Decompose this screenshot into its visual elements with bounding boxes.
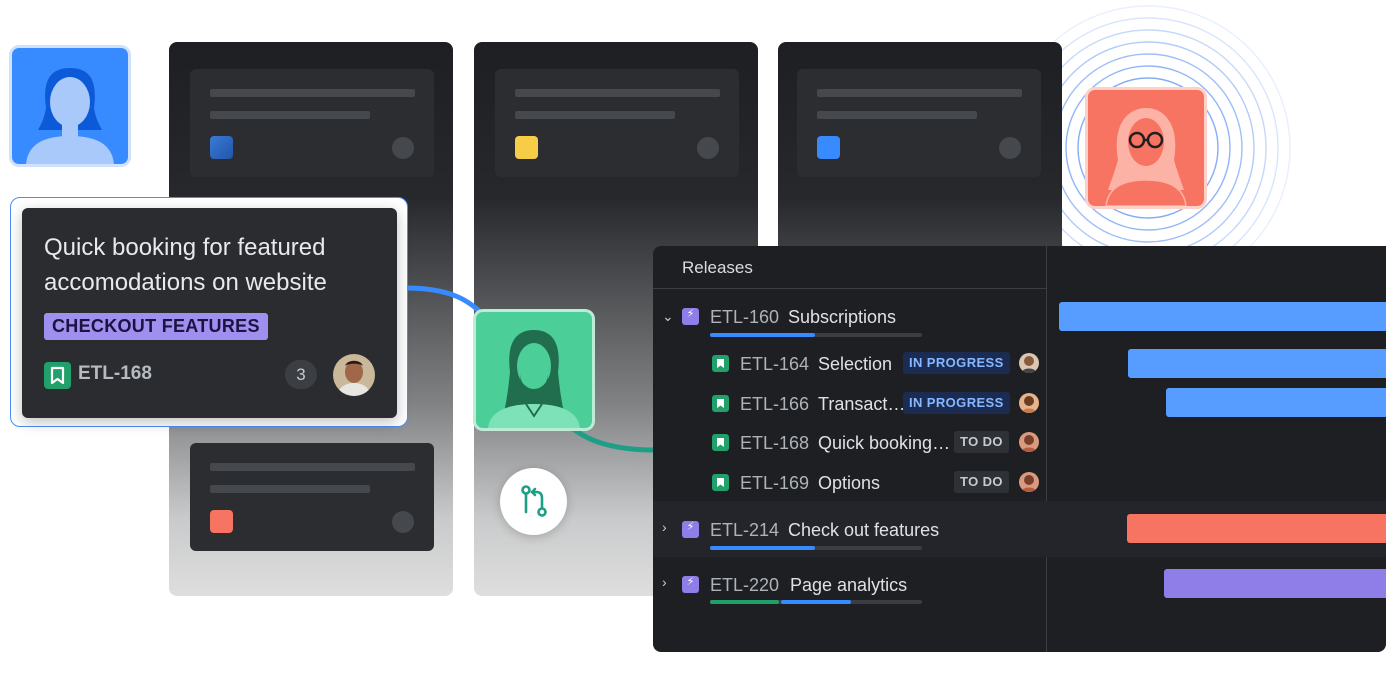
progress-done	[710, 546, 815, 550]
comment-count-badge: 3	[285, 360, 317, 389]
issue-key[interactable]: ETL-168	[78, 363, 152, 385]
divider	[653, 288, 1046, 289]
chevron-down-icon[interactable]: ⌄	[662, 308, 674, 325]
feature-card[interactable]: Quick booking for featured accomodations…	[22, 208, 397, 418]
story-icon	[712, 395, 729, 412]
epic-icon	[682, 307, 699, 325]
issue-name: Check out features	[788, 520, 940, 540]
status-lozenge[interactable]: IN PROGRESS	[903, 392, 1010, 414]
release-row-story[interactable]: ETL-166 Transact… IN PROGRESS	[653, 383, 1046, 423]
release-row-story[interactable]: ETL-168 Quick booking… TO DO	[653, 422, 1046, 462]
issue-name: Quick booking…	[818, 433, 951, 453]
assignee-avatar[interactable]	[1019, 393, 1039, 413]
status-lozenge[interactable]: IN PROGRESS	[903, 352, 1010, 374]
git-pull-request-icon[interactable]	[500, 468, 567, 535]
status-lozenge[interactable]: TO DO	[954, 471, 1009, 493]
issue-name: Subscriptions	[788, 307, 897, 327]
issue-key[interactable]: ETL-168	[740, 433, 809, 454]
issue-key[interactable]: ETL-160	[710, 307, 779, 328]
progress-bar	[710, 600, 922, 604]
story-icon	[712, 355, 729, 372]
issue-key[interactable]: ETL-214	[710, 520, 779, 541]
story-icon	[44, 362, 71, 389]
chevron-right-icon[interactable]: ›	[662, 519, 667, 535]
card-title: Quick booking for featured accomodations…	[44, 234, 327, 296]
issue-key[interactable]: ETL-164	[740, 354, 809, 375]
progress-in-progress	[781, 600, 851, 604]
user-avatar-icon	[1085, 87, 1207, 209]
divider	[1046, 246, 1047, 652]
timeline-bar[interactable]	[1164, 569, 1386, 598]
story-icon	[712, 474, 729, 491]
timeline-bar[interactable]	[1127, 514, 1386, 543]
issue-name: Page analytics	[790, 575, 908, 595]
issue-key[interactable]: ETL-220	[710, 575, 779, 596]
assignee-avatar[interactable]	[1019, 472, 1039, 492]
status-lozenge[interactable]: TO DO	[954, 431, 1009, 453]
assignee-avatar[interactable]	[333, 354, 375, 396]
timeline-bar[interactable]	[1128, 349, 1386, 378]
release-row-story[interactable]: ETL-164 Selection IN PROGRESS	[653, 343, 1046, 383]
progress-bar	[710, 333, 922, 337]
epic-icon	[682, 575, 699, 593]
issue-name: Options	[818, 473, 881, 493]
story-icon	[712, 434, 729, 451]
user-avatar-icon	[473, 309, 595, 431]
release-row-epic[interactable]: ⌄ ETL-160 Subscriptions	[653, 296, 1046, 336]
assignee-avatar[interactable]	[1019, 432, 1039, 452]
progress-done	[710, 600, 779, 604]
releases-header: Releases	[682, 258, 753, 277]
issue-name: Selection	[818, 354, 893, 374]
release-row-story[interactable]: ETL-169 Options TO DO	[653, 462, 1046, 502]
release-row-epic[interactable]: › ETL-214 Check out features	[653, 509, 1046, 549]
issue-key[interactable]: ETL-169	[740, 473, 809, 494]
release-row-epic[interactable]: › ETL-220 Page analytics	[653, 564, 1046, 604]
releases-panel: Releases ⌄ ETL-160 Subscriptions ETL-164…	[653, 246, 1386, 652]
issue-name: Transact…	[818, 394, 906, 414]
assignee-avatar[interactable]	[1019, 353, 1039, 373]
progress-done	[710, 333, 815, 337]
user-avatar-icon	[9, 45, 131, 167]
timeline-bar[interactable]	[1059, 302, 1386, 331]
chevron-right-icon[interactable]: ›	[662, 574, 667, 590]
timeline-bar[interactable]	[1166, 388, 1386, 417]
issue-key[interactable]: ETL-166	[740, 394, 809, 415]
progress-bar	[710, 546, 922, 550]
epic-tag[interactable]: CHECKOUT FEATURES	[44, 313, 268, 340]
epic-icon	[682, 520, 699, 538]
